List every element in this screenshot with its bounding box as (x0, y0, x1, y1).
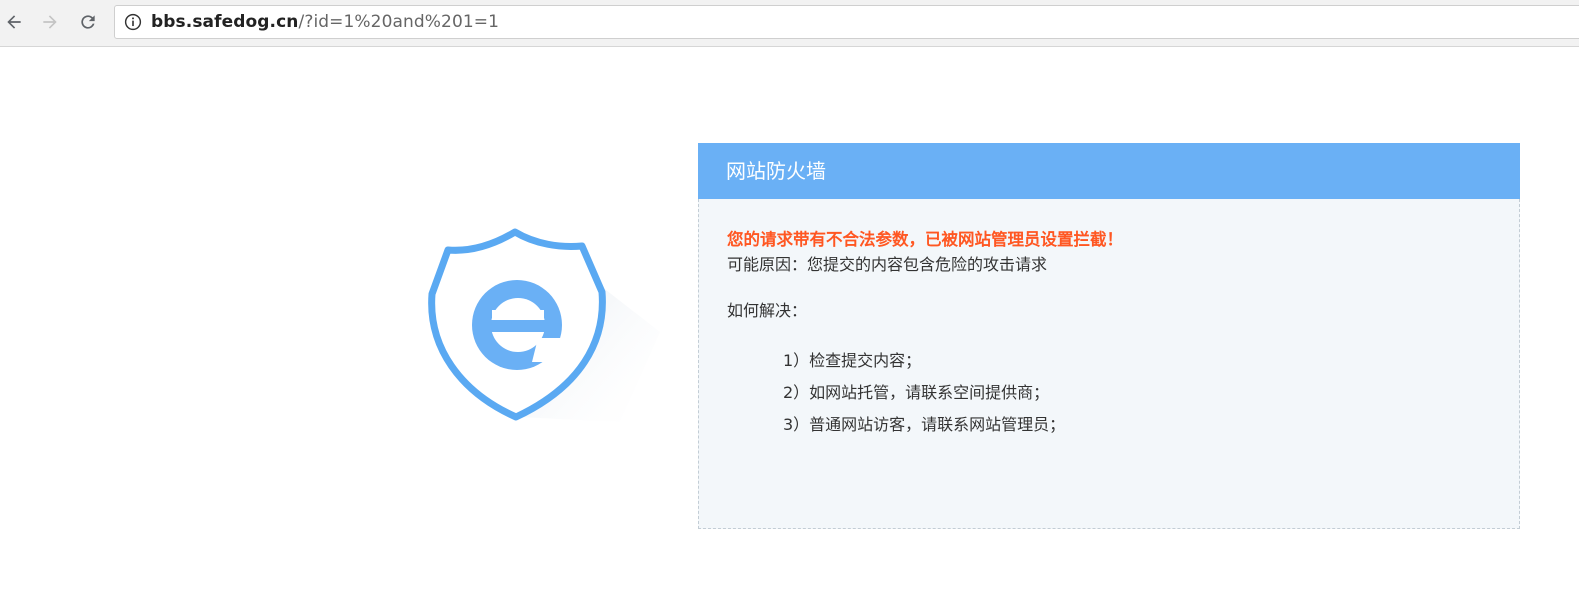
browser-toolbar: bbs.safedog.cn/?id=1%20and%201=1 (0, 0, 1579, 47)
warning-message: 您的请求带有不合法参数，已被网站管理员设置拦截！ (727, 230, 1123, 249)
back-button[interactable] (0, 8, 28, 36)
forward-button[interactable] (36, 8, 64, 36)
url-path: /?id=1%20and%201=1 (298, 12, 500, 32)
arrow-right-icon (43, 15, 57, 29)
list-item: 3）普通网站访客，请联系网站管理员； (783, 415, 1066, 434)
info-icon[interactable] (123, 12, 143, 32)
panel-body: 您的请求带有不合法参数，已被网站管理员设置拦截！ 可能原因：您提交的内容包含危险… (698, 199, 1520, 529)
list-item: 2）如网站托管，请联系空间提供商； (783, 383, 1050, 402)
address-bar[interactable]: bbs.safedog.cn/?id=1%20and%201=1 (114, 5, 1579, 39)
possible-reason: 可能原因：您提交的内容包含危险的攻击请求 (727, 255, 1048, 274)
solution-list: 1）检查提交内容； 2）如网站托管，请联系空间提供商； 3）普通网站访客，请联系… (727, 345, 1519, 441)
firewall-panel: 网站防火墙 您的请求带有不合法参数，已被网站管理员设置拦截！ 可能原因：您提交的… (698, 143, 1520, 529)
url-host: bbs.safedog.cn (151, 12, 299, 32)
solution-title: 如何解决： (727, 301, 808, 320)
list-item: 1）检查提交内容； (783, 351, 922, 370)
arrow-left-icon (7, 15, 21, 29)
url-text[interactable]: bbs.safedog.cn/?id=1%20and%201=1 (151, 12, 499, 32)
safedog-shield-logo (428, 228, 660, 422)
reload-icon (81, 15, 95, 29)
panel-title: 网站防火墙 (698, 143, 1520, 199)
reload-button[interactable] (74, 8, 102, 36)
